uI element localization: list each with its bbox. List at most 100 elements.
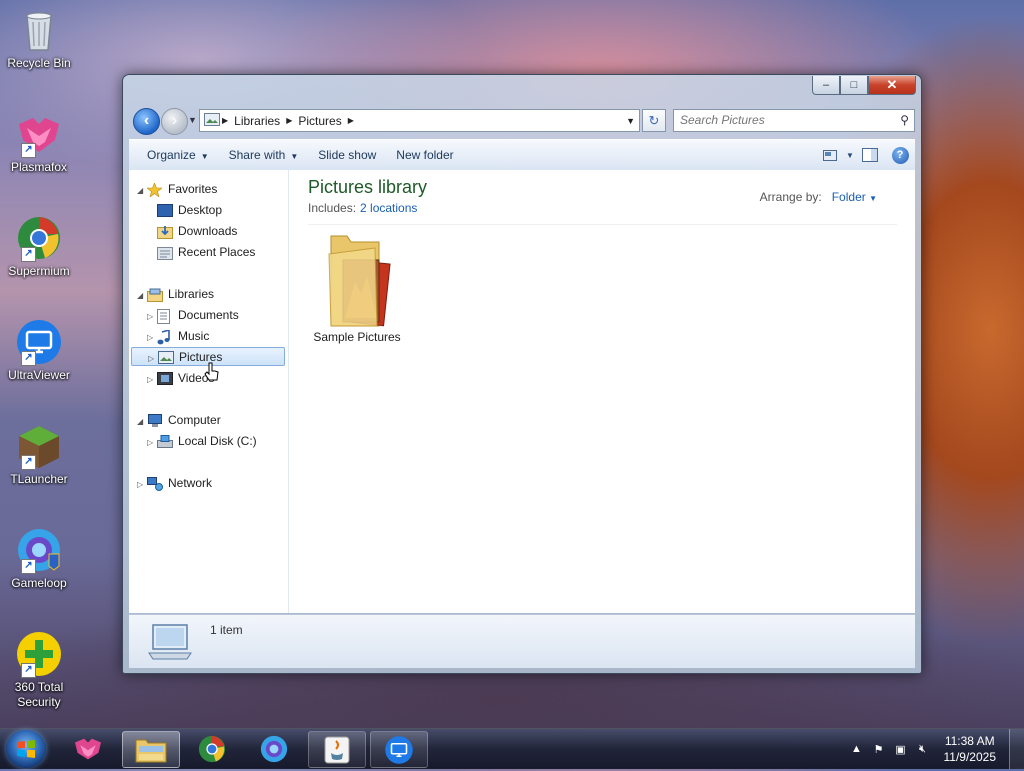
expand-arrow-icon[interactable]: ▷ <box>147 370 157 389</box>
desktop-icon-gameloop[interactable]: ↗ Gameloop <box>4 526 74 591</box>
explorer-window[interactable]: – □ ✕ ‹ › ▼ ▶ Libraries ▶ Pictures ▶ ▼ ↻… <box>122 74 922 674</box>
help-icon[interactable]: ? <box>889 145 911 165</box>
pictures-folder-icon <box>321 232 393 330</box>
expand-arrow-icon[interactable]: ▷ <box>147 433 157 452</box>
collapse-arrow-icon[interactable]: ◢ <box>137 181 147 200</box>
taskbar-windows-explorer[interactable] <box>122 731 180 768</box>
desktop-icon-label: TLauncher <box>10 472 68 486</box>
share-with-label: Share with <box>228 148 286 162</box>
breadcrumb-pictures[interactable]: Pictures <box>298 114 341 128</box>
organize-button[interactable]: Organize ▼ <box>137 148 219 162</box>
nav-label: Computer <box>168 413 221 427</box>
expand-arrow-icon[interactable]: ▷ <box>147 328 157 347</box>
chevron-down-icon: ▼ <box>290 152 299 161</box>
arrange-by-label: Arrange by: <box>759 190 822 204</box>
taskbar-plasmafox[interactable] <box>60 731 116 766</box>
collapse-arrow-icon[interactable]: ◢ <box>137 286 147 305</box>
desktop-icon-360-total-security[interactable]: ↗ 360 Total Security <box>4 630 74 710</box>
desktop-icon-plasmafox[interactable]: ↗ Plasmafox <box>4 110 74 175</box>
details-pane: 1 item <box>129 614 915 668</box>
nav-desktop[interactable]: Desktop <box>147 201 222 220</box>
navigation-row: ‹ › ▼ ▶ Libraries ▶ Pictures ▶ ▼ ↻ ⚲ <box>129 106 915 135</box>
tlauncher-icon: ↗ <box>15 422 63 470</box>
shortcut-arrow-icon: ↗ <box>21 663 36 678</box>
taskbar-ultraviewer[interactable] <box>370 731 428 768</box>
gameloop-icon <box>260 735 288 762</box>
expand-arrow-icon[interactable]: ▷ <box>137 475 147 494</box>
back-button[interactable]: ‹ <box>133 108 160 135</box>
refresh-button[interactable]: ↻ <box>642 109 666 132</box>
address-bar[interactable]: ▶ Libraries ▶ Pictures ▶ ▼ <box>199 109 640 132</box>
network-tray-icon[interactable]: ▣ <box>892 743 910 756</box>
nav-label: Favorites <box>168 182 218 196</box>
taskbar-supermium[interactable] <box>184 731 240 766</box>
expand-arrow-icon[interactable]: ▷ <box>148 349 158 368</box>
nav-downloads[interactable]: Downloads <box>147 222 237 241</box>
locations-link[interactable]: 2 locations <box>360 201 417 215</box>
search-box[interactable]: ⚲ <box>673 109 915 132</box>
search-input[interactable] <box>674 110 886 129</box>
forward-button[interactable]: › <box>161 108 188 135</box>
chevron-down-icon: ▼ <box>869 194 877 203</box>
preview-pane-icon[interactable] <box>859 145 881 165</box>
computer-icon <box>147 413 163 428</box>
desktop-icon-ultraviewer[interactable]: ↗ UltraViewer <box>4 318 74 383</box>
breadcrumb-libraries[interactable]: Libraries <box>234 114 280 128</box>
nav-label: Desktop <box>178 203 223 217</box>
clock[interactable]: 11:38 AM 11/9/2025 <box>944 733 997 765</box>
desktop-icon-tlauncher[interactable]: ↗ TLauncher <box>4 422 74 487</box>
breadcrumb-chevron-icon[interactable]: ▶ <box>286 116 292 125</box>
clock-time: 11:38 AM <box>944 734 995 748</box>
taskbar-gameloop[interactable] <box>246 731 302 766</box>
action-center-flag-icon[interactable]: ⚑ <box>870 743 888 756</box>
shortcut-arrow-icon: ↗ <box>21 247 36 262</box>
show-desktop-button[interactable] <box>1009 729 1024 769</box>
start-button[interactable] <box>6 730 46 768</box>
desktop-icon-supermium[interactable]: ↗ Supermium <box>4 214 74 279</box>
shortcut-arrow-icon: ↗ <box>21 559 36 574</box>
nav-recent-places[interactable]: Recent Places <box>147 243 255 262</box>
collapse-arrow-icon[interactable]: ◢ <box>137 412 147 431</box>
nav-music[interactable]: ▷ Music <box>147 327 209 346</box>
slide-show-button[interactable]: Slide show <box>308 148 386 162</box>
breadcrumb-chevron-icon[interactable]: ▶ <box>222 116 228 125</box>
folder-item-sample-pictures[interactable]: Sample Pictures <box>309 232 405 344</box>
close-button[interactable]: ✕ <box>868 76 916 95</box>
caption-buttons: – □ ✕ <box>812 76 916 95</box>
maximize-button[interactable]: □ <box>840 76 868 95</box>
file-list-pane: Pictures library Includes: 2 locations Ar… <box>289 170 915 613</box>
minimize-button[interactable]: – <box>812 76 840 95</box>
nav-network[interactable]: ▷ Network <box>137 474 212 493</box>
breadcrumb-chevron-icon[interactable]: ▶ <box>348 116 354 125</box>
desktop-icon-recycle-bin[interactable]: Recycle Bin <box>4 6 74 71</box>
change-view-icon[interactable] <box>819 145 841 165</box>
nav-label: Recent Places <box>178 245 256 259</box>
360-total-security-icon: ↗ <box>15 630 63 678</box>
java-cup-icon <box>324 736 350 763</box>
navigation-pane: ◢ Favorites Desktop Downloads Recent Plac… <box>129 170 289 613</box>
new-folder-button[interactable]: New folder <box>386 148 463 162</box>
nav-favorites[interactable]: ◢ Favorites <box>137 180 217 199</box>
nav-computer[interactable]: ◢ Computer <box>137 411 221 430</box>
volume-muted-icon[interactable]: 🔇︎ <box>914 743 932 756</box>
item-count: 1 item <box>210 623 243 637</box>
share-with-button[interactable]: Share with ▼ <box>219 148 309 162</box>
recent-pages-dropdown-icon[interactable]: ▼ <box>188 115 197 125</box>
taskbar-java[interactable] <box>308 731 366 768</box>
nav-label: Downloads <box>178 224 238 238</box>
arrange-by: Arrange by: Folder ▼ <box>760 190 877 204</box>
view-options-dropdown-icon[interactable]: ▼ <box>845 145 855 165</box>
arrange-by-dropdown[interactable]: Folder ▼ <box>832 190 877 204</box>
supermium-icon: ↗ <box>15 214 63 262</box>
expand-arrow-icon[interactable]: ▷ <box>147 307 157 326</box>
supermium-icon <box>198 735 226 762</box>
nav-label: Libraries <box>168 287 215 301</box>
nav-documents[interactable]: ▷ Documents <box>147 306 239 325</box>
nav-label: Documents <box>178 308 239 322</box>
search-icon[interactable]: ⚲ <box>900 113 909 127</box>
address-dropdown-icon[interactable]: ▼ <box>626 116 635 126</box>
nav-local-disk[interactable]: ▷ Local Disk (C:) <box>147 432 257 451</box>
show-hidden-icons-arrow-icon[interactable]: ▲ <box>848 743 866 755</box>
desktop-icon-label: 360 Total Security <box>14 680 64 709</box>
nav-libraries[interactable]: ◢ Libraries <box>137 285 214 304</box>
